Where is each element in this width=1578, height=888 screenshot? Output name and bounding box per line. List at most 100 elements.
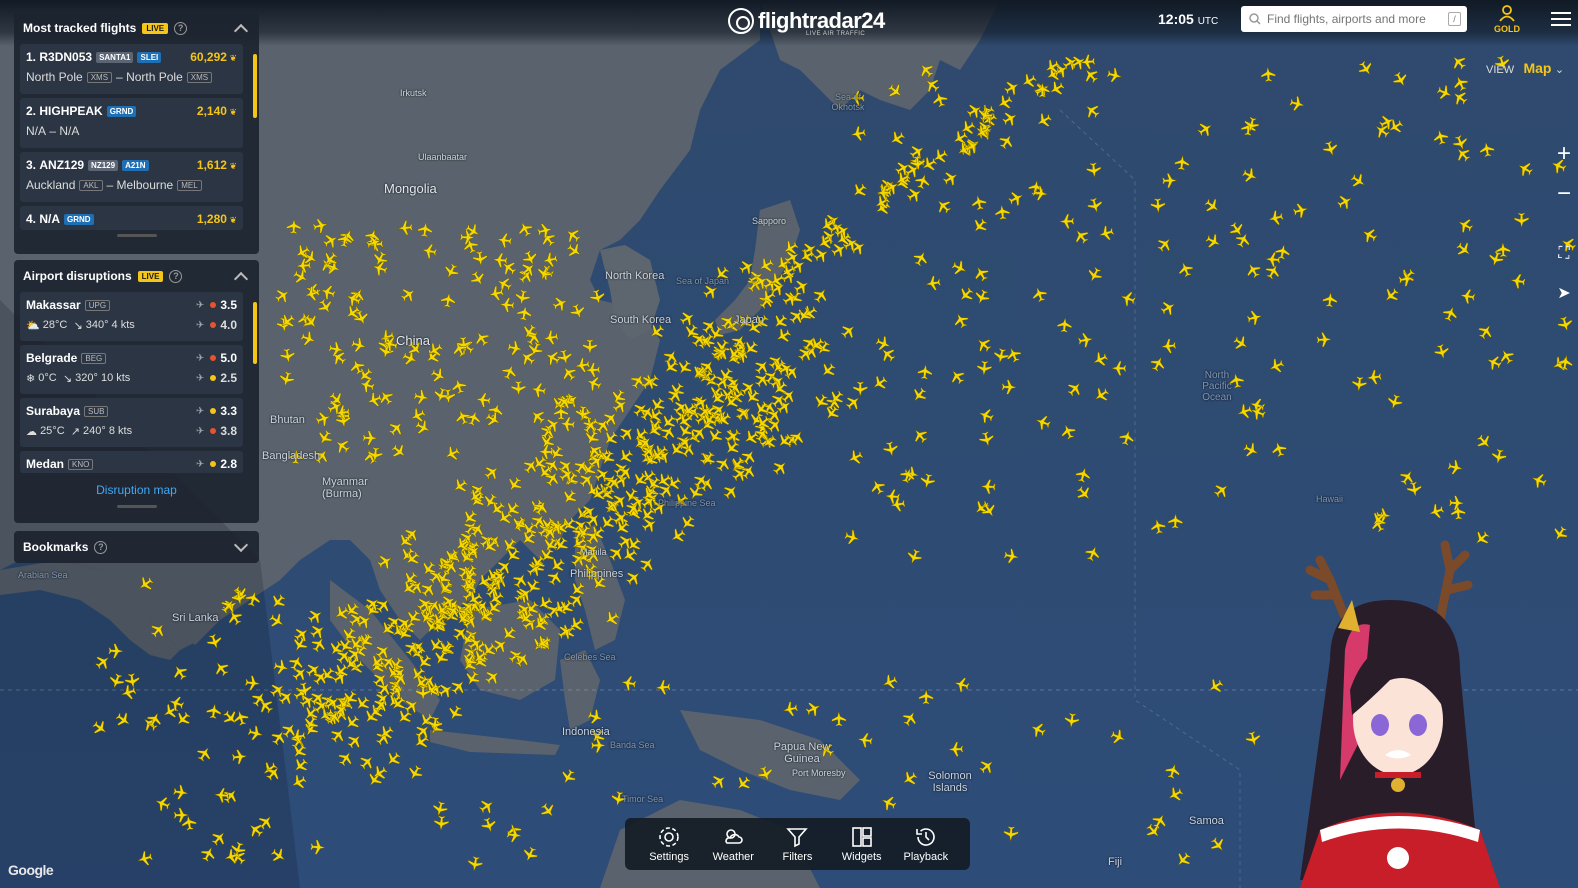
label-manila: Manila [580,547,607,557]
airport-code: UPG [84,299,111,311]
fullscreen-icon[interactable]: ⛶ [1549,240,1578,270]
help-icon[interactable]: ? [169,269,183,283]
playback-label: Playback [903,851,949,863]
flight-destination: N/A [59,124,80,138]
flight-number-tag: NZ129 [88,159,119,171]
airport-disruptions-panel: Airport disruptions LIVE ? Makassar UPG … [14,260,259,523]
bookmarks-panel[interactable]: Bookmarks ? [14,531,259,563]
most-tracked-header[interactable]: Most tracked flights LIVE ? [14,12,259,44]
history-clock-icon [916,828,935,846]
airport-code: KNO [68,458,94,470]
search-input[interactable] [1267,12,1437,26]
weather-label: Weather [712,851,754,863]
bookmarks-header[interactable]: Bookmarks ? [14,531,259,563]
zoom-in-button[interactable]: + [1549,140,1578,170]
tracking-count: 1,612 [197,158,237,172]
chevron-down-icon[interactable] [233,537,249,553]
departure-index-dot [210,428,217,434]
locate-icon[interactable]: ➤ [1549,280,1578,310]
disruption-map-link[interactable]: Disruption map [14,477,259,503]
departure-icon: ✈ [195,319,205,331]
search-icon [1249,13,1261,25]
wind: 340° 4 kts [85,319,135,331]
departure-index: 3.8 [220,424,237,438]
flight-status-tag: GRND [106,105,137,117]
chevron-up-icon[interactable] [233,271,249,286]
tracked-flight-3[interactable]: 3. ANZ129 NZ129 A21N 1,612 Auckland AKL–… [20,152,243,202]
search-box[interactable]: / [1241,6,1467,32]
zoom-out-button[interactable]: − [1549,180,1578,210]
wind-arrow-icon: ↘ [62,372,76,385]
flight-rank: 4. [26,212,37,226]
label-sapporo: Sapporo [752,216,787,226]
departure-index: 4.0 [220,318,237,332]
tracking-count: 1,280 [197,212,237,226]
flight-callsign: N/A [39,212,61,226]
clock-zone: UTC [1197,16,1219,27]
tracked-flight-1[interactable]: 1. R3DN053 SANTA1 SLEI 60,292 North Pole… [20,44,243,94]
flight-origin: North Pole [26,70,83,84]
temperature: 28°C [42,319,68,331]
departure-icon: ✈ [195,372,205,384]
airport-item-surabaya[interactable]: Surabaya SUB ✈ 3.3 ☁ 25°C ↗ 240° 8 kts ✈ 3… [20,398,243,447]
arrival-index-dot [210,408,217,414]
disruptions-header[interactable]: Airport disruptions LIVE ? [14,260,259,292]
arrival-index: 3.5 [220,298,237,312]
aircraft-type-tag: A21N [122,159,149,171]
flight-rank: 3. [26,158,37,172]
tracked-flight-2[interactable]: 2. HIGHPEAK GRND 2,140 N/A – N/A [20,98,243,148]
label-philippines: Philippines [570,568,624,580]
departure-index: 2.5 [220,371,237,385]
destination-code: XMS [186,71,213,83]
chevron-up-icon[interactable] [233,23,249,38]
label-myanmar: Myanmar (Burma) [322,476,368,500]
flight-origin: N/A [26,124,47,138]
avatar-eye-right [1409,714,1427,736]
label-arabian-sea: Arabian Sea [18,570,68,580]
live-badge: LIVE [142,22,169,34]
account-button[interactable]: GOLD [1492,4,1522,34]
airport-name: Medan [26,457,65,471]
label-north-pacific: North Pacific Ocean [1202,370,1232,403]
label-south-korea: South Korea [610,314,672,326]
wind: 320° 10 kts [75,372,131,384]
departure-index-dot [210,322,217,328]
wind-arrow-icon: ↗ [70,425,84,438]
arrival-index-dot [210,355,217,361]
avatar-choker [1375,772,1421,778]
label-timor-sea: Timor Sea [622,794,664,804]
logo-subtitle: LIVE AIR TRAFFIC [806,31,866,37]
playback-button[interactable]: Playback [896,825,956,863]
scrollbar[interactable] [253,302,257,364]
label-north-korea: North Korea [605,270,665,282]
airport-item-makassar[interactable]: Makassar UPG ✈ 3.5 ⛅ 28°C ↘ 340° 4 kts ✈ 4… [20,292,243,341]
settings-label: Settings [649,851,689,863]
label-sea-of-japan: Sea of Japan [676,276,730,286]
bottom-toolbar: Settings Weather Filters Widgets Playbac… [625,818,970,870]
label-sri-lanka: Sri Lanka [172,612,219,624]
google-attribution: Google [8,862,54,878]
weather-button[interactable]: Weather [703,825,763,863]
tracking-count: 60,292 [190,50,237,64]
disruptions-title: Airport disruptions [23,269,132,283]
hamburger-menu-icon[interactable] [1551,12,1571,30]
arrival-icon: ✈ [195,299,205,311]
settings-button[interactable]: Settings [639,825,699,863]
label-irkutsk: Irkutsk [400,88,427,98]
flight-destination: North Pole [126,70,183,84]
logo[interactable]: flightradar24 LIVE AIR TRAFFIC [728,4,885,38]
most-tracked-panel: Most tracked flights LIVE ? 1. R3DN053 S… [14,12,259,254]
widgets-button[interactable]: Widgets [832,825,892,863]
help-icon[interactable]: ? [94,540,108,554]
airport-item-belgrade[interactable]: Belgrade BEG ✈ 5.0 ❄ 0°C ↘ 320° 10 kts ✈ 2… [20,345,243,394]
panel-resize-handle[interactable] [116,234,157,237]
view-switch[interactable]: VIEW Map ⌄ [1486,60,1564,76]
help-icon[interactable]: ? [174,21,188,35]
departure-index-dot [210,375,217,381]
scrollbar[interactable] [253,54,257,118]
airport-item-medan[interactable]: Medan KNO ✈ 2.8 [20,451,243,473]
filters-button[interactable]: Filters [767,825,827,863]
airport-code: SUB [84,405,109,417]
panel-resize-handle[interactable] [116,505,157,508]
tracked-flight-4[interactable]: 4. N/A GRND 1,280 [20,206,243,230]
